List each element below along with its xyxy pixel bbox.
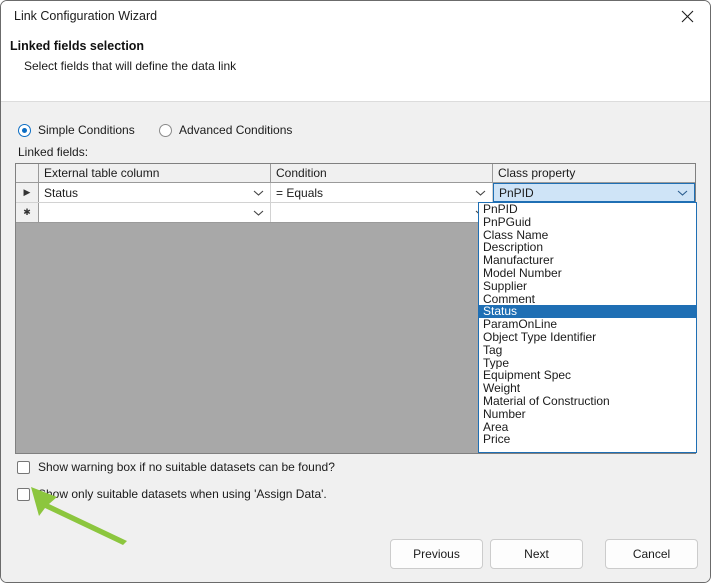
previous-button[interactable]: Previous: [390, 539, 483, 569]
grid-header-class-property[interactable]: Class property: [493, 164, 695, 182]
checkbox-unchecked-icon: [17, 487, 30, 501]
chevron-down-icon[interactable]: [253, 209, 264, 216]
cell-class-property-value: PnPID: [499, 185, 534, 200]
checkbox-show-warning-box-label: Show warning box if no suitable datasets…: [38, 460, 335, 474]
wizard-header: Linked fields selection Select fields th…: [1, 32, 710, 101]
radio-advanced-conditions-label: Advanced Conditions: [179, 123, 293, 137]
cell-condition[interactable]: = Equals: [271, 183, 493, 202]
linked-fields-caption: Linked fields:: [18, 145, 89, 159]
radio-selected-icon: [18, 123, 31, 137]
cell-external-table-column[interactable]: Status: [39, 183, 271, 202]
checkbox-unchecked-icon: [17, 460, 30, 474]
dropdown-option[interactable]: Status: [479, 305, 696, 319]
chevron-down-icon[interactable]: [253, 189, 264, 196]
dropdown-option[interactable]: Type: [479, 357, 696, 370]
page-title: Linked fields selection: [10, 39, 145, 53]
dropdown-option[interactable]: Comment: [479, 293, 696, 306]
dropdown-option[interactable]: Object Type Identifier: [479, 331, 696, 344]
dropdown-option[interactable]: Class Name: [479, 229, 696, 242]
cancel-button[interactable]: Cancel: [605, 539, 698, 569]
table-row[interactable]: ▶ Status = Equals PnPID: [16, 183, 695, 203]
dropdown-option[interactable]: Number: [479, 408, 696, 421]
cell-condition-value: = Equals: [276, 185, 324, 200]
dropdown-option[interactable]: ParamOnLine: [479, 318, 696, 331]
close-icon[interactable]: [664, 1, 710, 31]
grid-header-row-selector: [16, 164, 39, 182]
page-subtitle: Select fields that will define the data …: [24, 59, 237, 73]
dropdown-option[interactable]: Price: [479, 433, 696, 446]
dropdown-option[interactable]: Model Number: [479, 267, 696, 280]
grid-header-condition[interactable]: Condition: [271, 164, 493, 182]
link-configuration-wizard-dialog: Link Configuration Wizard Linked fields …: [0, 0, 711, 583]
radio-advanced-conditions[interactable]: Advanced Conditions: [159, 123, 292, 137]
dropdown-option[interactable]: Description: [479, 241, 696, 254]
dropdown-option[interactable]: Material of Construction: [479, 395, 696, 408]
chevron-down-icon[interactable]: [677, 189, 688, 196]
row-new-marker-icon: ✱: [16, 203, 39, 222]
row-current-marker-icon: ▶: [16, 183, 39, 202]
dropdown-option[interactable]: Equipment Spec: [479, 369, 696, 382]
cell-external-table-column-value: Status: [44, 185, 79, 200]
radio-unselected-icon: [159, 123, 172, 137]
checkbox-show-only-suitable-datasets-label: Show only suitable datasets when using '…: [38, 487, 327, 501]
grid-header-row: External table column Condition Class pr…: [16, 164, 695, 183]
radio-simple-conditions-label: Simple Conditions: [38, 123, 135, 137]
chevron-down-icon[interactable]: [475, 189, 486, 196]
cell-condition[interactable]: [271, 203, 493, 222]
dropdown-option[interactable]: Area: [479, 421, 696, 434]
title-bar: Link Configuration Wizard: [1, 1, 710, 32]
dropdown-option[interactable]: PnPGuid: [479, 216, 696, 229]
grid-header-external-table-column[interactable]: External table column: [39, 164, 271, 182]
dropdown-option[interactable]: Manufacturer: [479, 254, 696, 267]
cell-class-property[interactable]: PnPID: [493, 183, 695, 202]
radio-simple-conditions[interactable]: Simple Conditions: [18, 123, 135, 137]
cell-external-table-column[interactable]: [39, 203, 271, 222]
class-property-dropdown-list[interactable]: PnPID PnPGuid Class Name Description Manufac…: [478, 202, 697, 453]
dropdown-option[interactable]: Tag: [479, 344, 696, 357]
next-button[interactable]: Next: [490, 539, 583, 569]
dropdown-option[interactable]: PnPID: [479, 203, 696, 216]
window-title: Link Configuration Wizard: [14, 9, 158, 23]
checkbox-show-warning-box[interactable]: Show warning box if no suitable datasets…: [17, 460, 335, 474]
dropdown-option[interactable]: Weight: [479, 382, 696, 395]
dropdown-option[interactable]: Supplier: [479, 280, 696, 293]
checkbox-show-only-suitable-datasets[interactable]: Show only suitable datasets when using '…: [17, 487, 327, 501]
